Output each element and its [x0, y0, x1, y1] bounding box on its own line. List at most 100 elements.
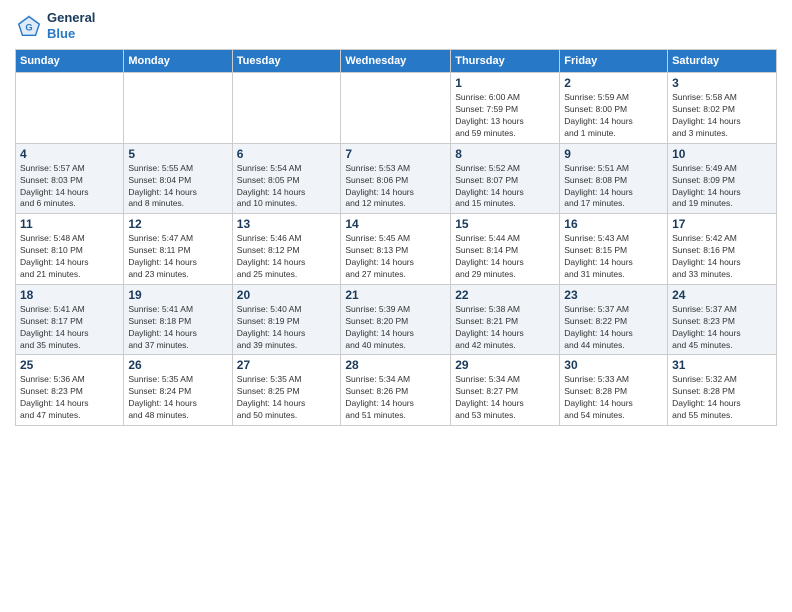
calendar-header-wednesday: Wednesday [341, 50, 451, 73]
calendar-cell: 6 Sunrise: 5:54 AM Sunset: 8:05 PM Daylig… [232, 143, 341, 214]
calendar-cell: 31 Sunrise: 5:32 AM Sunset: 8:28 PM Dayli… [668, 355, 777, 426]
calendar-cell: 5 Sunrise: 5:55 AM Sunset: 8:04 PM Daylig… [124, 143, 232, 214]
calendar-cell: 15 Sunrise: 5:44 AM Sunset: 8:14 PM Dayli… [451, 214, 560, 285]
day-info: Sunrise: 5:59 AM Sunset: 8:00 PM Dayligh… [564, 92, 663, 140]
day-number: 4 [20, 147, 119, 161]
calendar-header-thursday: Thursday [451, 50, 560, 73]
day-number: 28 [345, 358, 446, 372]
calendar-cell: 11Sunrise: 5:48 AM Sunset: 8:10 PM Dayli… [16, 214, 124, 285]
day-number: 23 [564, 288, 663, 302]
day-number: 15 [455, 217, 555, 231]
day-info: Sunrise: 5:41 AM Sunset: 8:17 PM Dayligh… [20, 304, 119, 352]
logo-blue: Blue [47, 26, 75, 41]
day-info: Sunrise: 5:43 AM Sunset: 8:15 PM Dayligh… [564, 233, 663, 281]
calendar-cell: 7 Sunrise: 5:53 AM Sunset: 8:06 PM Daylig… [341, 143, 451, 214]
day-info: Sunrise: 5:38 AM Sunset: 8:21 PM Dayligh… [455, 304, 555, 352]
calendar-week-2: 4 Sunrise: 5:57 AM Sunset: 8:03 PM Daylig… [16, 143, 777, 214]
day-number: 20 [237, 288, 337, 302]
day-number: 10 [672, 147, 772, 161]
day-number: 7 [345, 147, 446, 161]
calendar-week-3: 11Sunrise: 5:48 AM Sunset: 8:10 PM Dayli… [16, 214, 777, 285]
day-info: Sunrise: 5:58 AM Sunset: 8:02 PM Dayligh… [672, 92, 772, 140]
day-number: 31 [672, 358, 772, 372]
day-number: 2 [564, 76, 663, 90]
calendar-cell: 20 Sunrise: 5:40 AM Sunset: 8:19 PM Dayli… [232, 284, 341, 355]
calendar-cell: 3 Sunrise: 5:58 AM Sunset: 8:02 PM Daylig… [668, 73, 777, 144]
calendar-cell: 12 Sunrise: 5:47 AM Sunset: 8:11 PM Dayli… [124, 214, 232, 285]
day-info: Sunrise: 5:55 AM Sunset: 8:04 PM Dayligh… [128, 163, 227, 211]
calendar-cell: 16 Sunrise: 5:43 AM Sunset: 8:15 PM Dayli… [560, 214, 668, 285]
day-number: 26 [128, 358, 227, 372]
day-info: Sunrise: 5:34 AM Sunset: 8:26 PM Dayligh… [345, 374, 446, 422]
calendar-cell: 14Sunrise: 5:45 AM Sunset: 8:13 PM Dayli… [341, 214, 451, 285]
day-info: Sunrise: 5:35 AM Sunset: 8:25 PM Dayligh… [237, 374, 337, 422]
calendar-cell [341, 73, 451, 144]
calendar-cell: 18Sunrise: 5:41 AM Sunset: 8:17 PM Dayli… [16, 284, 124, 355]
day-number: 6 [237, 147, 337, 161]
calendar-cell: 2 Sunrise: 5:59 AM Sunset: 8:00 PM Daylig… [560, 73, 668, 144]
calendar-week-5: 25 Sunrise: 5:36 AM Sunset: 8:23 PM Dayli… [16, 355, 777, 426]
logo-text: General Blue [47, 10, 95, 41]
calendar-cell: 10Sunrise: 5:49 AM Sunset: 8:09 PM Dayli… [668, 143, 777, 214]
day-number: 3 [672, 76, 772, 90]
day-info: Sunrise: 5:48 AM Sunset: 8:10 PM Dayligh… [20, 233, 119, 281]
calendar-cell: 28 Sunrise: 5:34 AM Sunset: 8:26 PM Dayli… [341, 355, 451, 426]
day-info: Sunrise: 6:00 AM Sunset: 7:59 PM Dayligh… [455, 92, 555, 140]
calendar-header-friday: Friday [560, 50, 668, 73]
day-info: Sunrise: 5:44 AM Sunset: 8:14 PM Dayligh… [455, 233, 555, 281]
calendar-cell: 1 Sunrise: 6:00 AM Sunset: 7:59 PM Daylig… [451, 73, 560, 144]
day-info: Sunrise: 5:39 AM Sunset: 8:20 PM Dayligh… [345, 304, 446, 352]
calendar-cell: 22Sunrise: 5:38 AM Sunset: 8:21 PM Dayli… [451, 284, 560, 355]
day-info: Sunrise: 5:57 AM Sunset: 8:03 PM Dayligh… [20, 163, 119, 211]
calendar-cell [232, 73, 341, 144]
day-number: 12 [128, 217, 227, 231]
day-info: Sunrise: 5:37 AM Sunset: 8:22 PM Dayligh… [564, 304, 663, 352]
calendar-cell: 23 Sunrise: 5:37 AM Sunset: 8:22 PM Dayli… [560, 284, 668, 355]
calendar-week-4: 18Sunrise: 5:41 AM Sunset: 8:17 PM Dayli… [16, 284, 777, 355]
calendar-week-1: 1 Sunrise: 6:00 AM Sunset: 7:59 PM Daylig… [16, 73, 777, 144]
day-info: Sunrise: 5:45 AM Sunset: 8:13 PM Dayligh… [345, 233, 446, 281]
day-info: Sunrise: 5:41 AM Sunset: 8:18 PM Dayligh… [128, 304, 227, 352]
day-number: 13 [237, 217, 337, 231]
day-info: Sunrise: 5:32 AM Sunset: 8:28 PM Dayligh… [672, 374, 772, 422]
calendar-cell: 8Sunrise: 5:52 AM Sunset: 8:07 PM Daylig… [451, 143, 560, 214]
day-info: Sunrise: 5:37 AM Sunset: 8:23 PM Dayligh… [672, 304, 772, 352]
day-number: 25 [20, 358, 119, 372]
day-info: Sunrise: 5:53 AM Sunset: 8:06 PM Dayligh… [345, 163, 446, 211]
day-info: Sunrise: 5:34 AM Sunset: 8:27 PM Dayligh… [455, 374, 555, 422]
calendar-header-saturday: Saturday [668, 50, 777, 73]
day-number: 30 [564, 358, 663, 372]
calendar-cell: 19Sunrise: 5:41 AM Sunset: 8:18 PM Dayli… [124, 284, 232, 355]
day-info: Sunrise: 5:46 AM Sunset: 8:12 PM Dayligh… [237, 233, 337, 281]
day-info: Sunrise: 5:40 AM Sunset: 8:19 PM Dayligh… [237, 304, 337, 352]
calendar-cell: 27 Sunrise: 5:35 AM Sunset: 8:25 PM Dayli… [232, 355, 341, 426]
calendar-cell: 9 Sunrise: 5:51 AM Sunset: 8:08 PM Daylig… [560, 143, 668, 214]
day-number: 1 [455, 76, 555, 90]
calendar-cell: 13 Sunrise: 5:46 AM Sunset: 8:12 PM Dayli… [232, 214, 341, 285]
day-info: Sunrise: 5:54 AM Sunset: 8:05 PM Dayligh… [237, 163, 337, 211]
day-info: Sunrise: 5:47 AM Sunset: 8:11 PM Dayligh… [128, 233, 227, 281]
day-info: Sunrise: 5:51 AM Sunset: 8:08 PM Dayligh… [564, 163, 663, 211]
svg-text:G: G [25, 22, 32, 32]
calendar-cell: 26 Sunrise: 5:35 AM Sunset: 8:24 PM Dayli… [124, 355, 232, 426]
day-number: 17 [672, 217, 772, 231]
day-number: 9 [564, 147, 663, 161]
day-number: 16 [564, 217, 663, 231]
calendar-header-sunday: Sunday [16, 50, 124, 73]
day-number: 5 [128, 147, 227, 161]
calendar-cell: 21Sunrise: 5:39 AM Sunset: 8:20 PM Dayli… [341, 284, 451, 355]
calendar-cell: 25 Sunrise: 5:36 AM Sunset: 8:23 PM Dayli… [16, 355, 124, 426]
day-info: Sunrise: 5:35 AM Sunset: 8:24 PM Dayligh… [128, 374, 227, 422]
calendar-cell: 30Sunrise: 5:33 AM Sunset: 8:28 PM Dayli… [560, 355, 668, 426]
calendar-cell: 24Sunrise: 5:37 AM Sunset: 8:23 PM Dayli… [668, 284, 777, 355]
calendar-cell [124, 73, 232, 144]
calendar-cell: 17Sunrise: 5:42 AM Sunset: 8:16 PM Dayli… [668, 214, 777, 285]
calendar-header-tuesday: Tuesday [232, 50, 341, 73]
day-info: Sunrise: 5:52 AM Sunset: 8:07 PM Dayligh… [455, 163, 555, 211]
calendar-table: SundayMondayTuesdayWednesdayThursdayFrid… [15, 49, 777, 426]
page-header: G General Blue [15, 10, 777, 41]
logo: G General Blue [15, 10, 95, 41]
day-number: 27 [237, 358, 337, 372]
calendar-header-monday: Monday [124, 50, 232, 73]
day-info: Sunrise: 5:36 AM Sunset: 8:23 PM Dayligh… [20, 374, 119, 422]
